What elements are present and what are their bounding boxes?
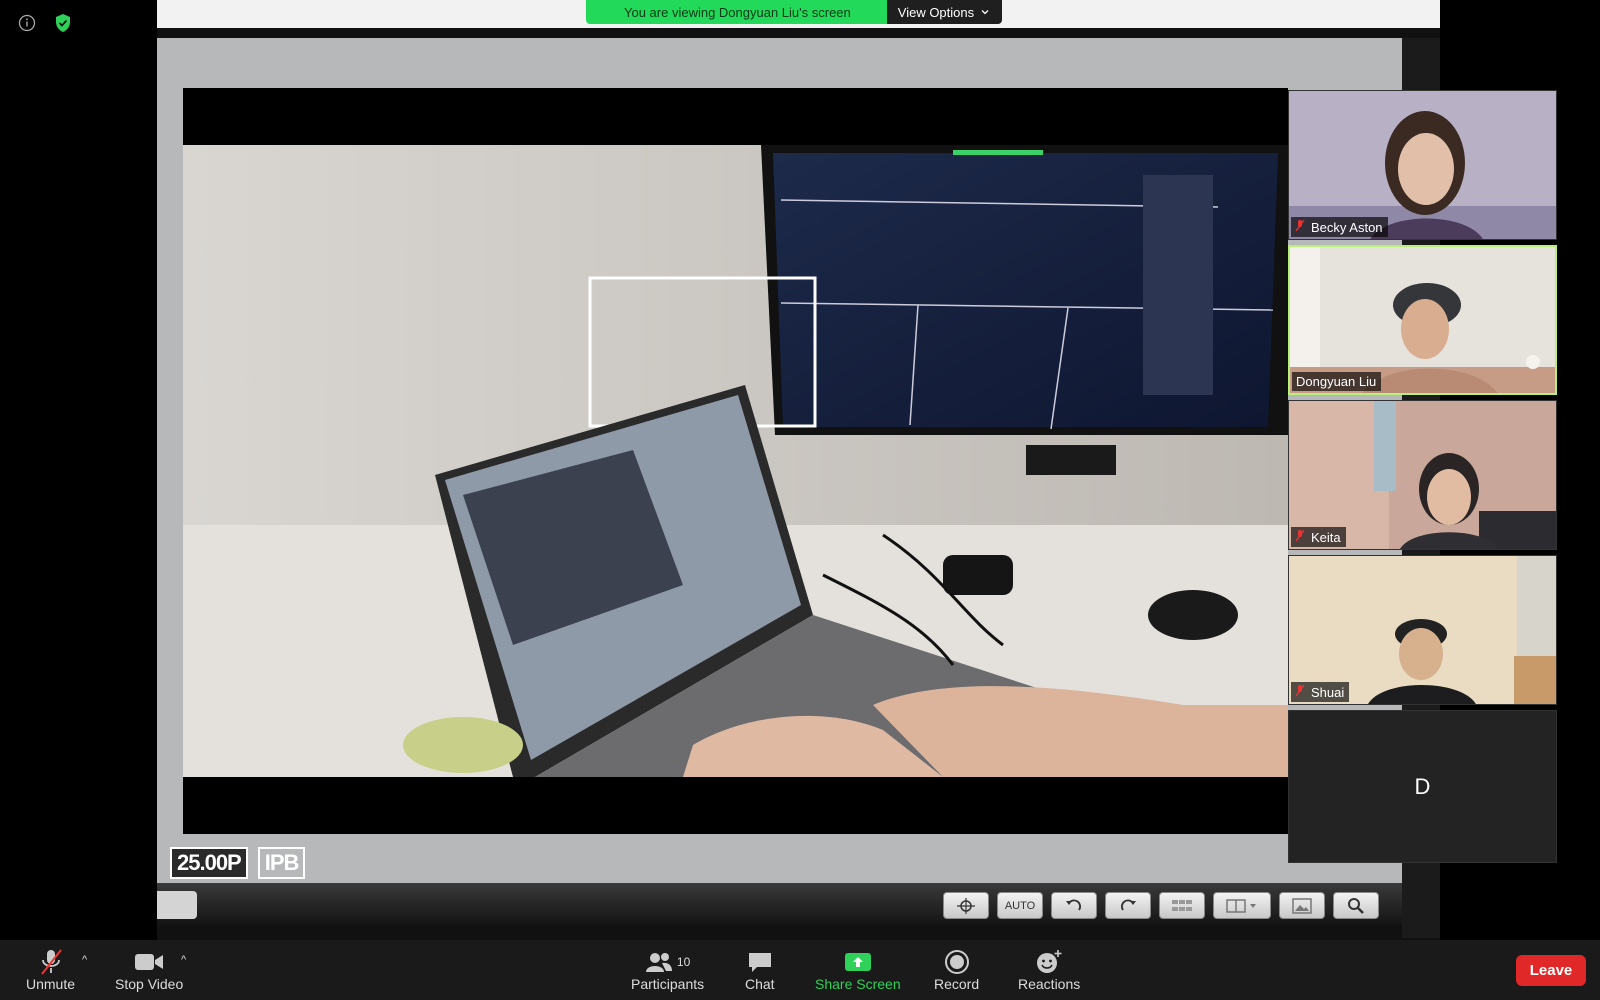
participant-tile[interactable]: Becky Aston xyxy=(1288,90,1557,240)
video-camera-icon xyxy=(134,948,164,976)
shared-camera-feed xyxy=(183,145,1288,777)
muted-mic-icon xyxy=(1295,529,1305,545)
grid-icon xyxy=(1159,892,1205,919)
chat-bubble-icon xyxy=(747,948,773,976)
viewing-banner-text: You are viewing Dongyuan Liu's screen xyxy=(586,0,887,24)
participant-name: Dongyuan Liu xyxy=(1296,374,1377,389)
meeting-controls-bar: Unmute ^ Stop Video ^ 10 Participants Ch… xyxy=(0,940,1600,1000)
shared-app-toolbar: AUTO xyxy=(943,892,1379,919)
share-screen-button[interactable]: Share Screen xyxy=(815,948,901,992)
rotate-right-icon xyxy=(1105,892,1151,919)
participant-name-tag: Shuai xyxy=(1291,682,1350,702)
record-icon xyxy=(944,948,970,976)
participant-name-tag: Dongyuan Liu xyxy=(1292,372,1382,391)
compression-badge: IPB xyxy=(257,847,306,879)
participant-name: Keita xyxy=(1311,529,1341,545)
shared-app-left-button xyxy=(157,891,197,919)
participants-icon: 10 xyxy=(645,948,690,976)
zoom-meeting-window: You are viewing Dongyuan Liu's screen Vi… xyxy=(0,0,1600,1000)
chat-button[interactable]: Chat xyxy=(745,948,775,992)
frame-rate-badge: 25.00P xyxy=(170,847,248,879)
auto-label: AUTO xyxy=(1004,899,1036,912)
participants-button[interactable]: 10 Participants xyxy=(631,948,704,992)
crosshair-icon xyxy=(943,892,989,919)
stop-video-label: Stop Video xyxy=(115,976,184,992)
participant-gallery: Becky Aston Dongyuan Liu Keita Shuai D xyxy=(1288,90,1557,868)
participant-name-tag: Becky Aston xyxy=(1291,217,1388,237)
viewing-banner: You are viewing Dongyuan Liu's screen Vi… xyxy=(586,0,1003,24)
participant-initial: D xyxy=(1414,773,1431,799)
chat-label: Chat xyxy=(745,976,775,992)
video-options-caret-icon[interactable]: ^ xyxy=(181,954,186,966)
record-button[interactable]: Record xyxy=(934,948,979,992)
participant-name-tag: Keita xyxy=(1291,527,1346,547)
reactions-button[interactable]: Reactions xyxy=(1018,948,1080,992)
rotate-left-icon xyxy=(1051,892,1097,919)
muted-microphone-icon xyxy=(38,948,64,976)
participant-tile[interactable]: Keita xyxy=(1288,400,1557,550)
unmute-button[interactable]: Unmute xyxy=(26,948,75,992)
camera-format-badges: 25.00P IPB xyxy=(170,847,306,879)
participant-name: Becky Aston xyxy=(1311,219,1383,235)
view-options-button[interactable]: View Options xyxy=(886,0,1003,24)
magnify-icon xyxy=(1333,892,1379,919)
meeting-info-icons xyxy=(16,12,74,34)
participants-label: Participants xyxy=(631,976,705,992)
muted-mic-icon xyxy=(1295,219,1305,235)
encryption-shield-icon[interactable] xyxy=(52,12,74,34)
view-options-label: View Options xyxy=(897,5,975,20)
leave-button[interactable]: Leave xyxy=(1516,955,1586,986)
smiley-plus-icon xyxy=(1035,948,1063,976)
share-screen-label: Share Screen xyxy=(815,976,901,992)
participant-name: Shuai xyxy=(1311,684,1345,700)
record-label: Record xyxy=(934,976,980,992)
reactions-label: Reactions xyxy=(1018,976,1081,992)
unmute-label: Unmute xyxy=(26,976,76,992)
stop-video-button[interactable]: Stop Video xyxy=(115,948,183,992)
participant-tile-active-speaker[interactable]: Dongyuan Liu xyxy=(1288,245,1557,395)
muted-mic-icon xyxy=(1295,684,1305,700)
panel-layout-icon xyxy=(1213,892,1271,919)
auto-focus-icon: AUTO xyxy=(997,892,1043,919)
audio-options-caret-icon[interactable]: ^ xyxy=(82,954,87,966)
share-screen-icon xyxy=(844,948,872,976)
info-icon[interactable] xyxy=(16,12,38,34)
participant-tile[interactable]: Shuai xyxy=(1288,555,1557,705)
chevron-down-icon xyxy=(980,5,990,24)
participant-tile-video-off[interactable]: D xyxy=(1288,710,1557,863)
participants-count: 10 xyxy=(676,955,691,969)
image-icon xyxy=(1279,892,1325,919)
